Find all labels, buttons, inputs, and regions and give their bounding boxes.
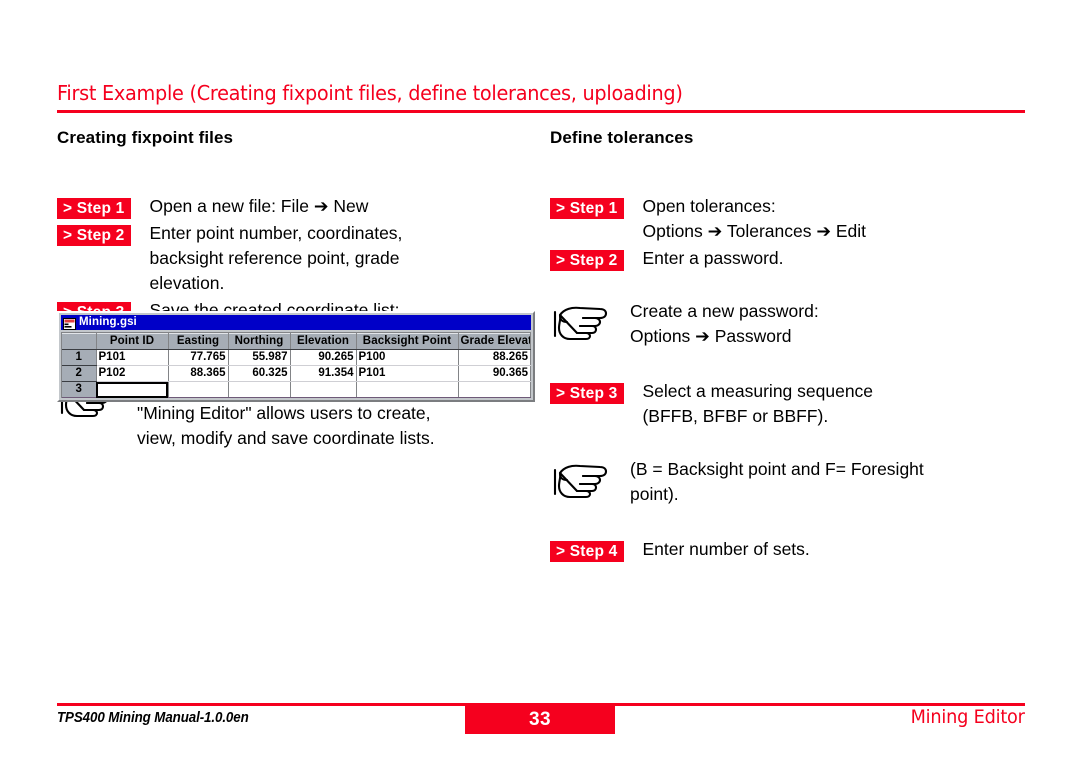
table-cell[interactable]: 88.365 (168, 365, 229, 382)
table-header-row: Point ID Easting Northing Elevation Backsigh… (62, 333, 531, 350)
footer-manual-name: TPS400 Mining Manual-1.0.0en (57, 710, 249, 726)
step-text: Open tolerances: Options ➔ Tolerances ➔ … (642, 196, 867, 242)
table-cell[interactable]: P102 (96, 365, 169, 382)
note-row: (B = Backsight point and F= Foresight po… (550, 459, 1030, 507)
step-text: Select a measuring sequence (BFFB, BFBF … (642, 381, 874, 427)
window-title-text: Mining.gsi (79, 316, 137, 328)
left-column-heading: Creating fixpoint files (57, 128, 234, 147)
table-row-header[interactable]: 2 (62, 365, 97, 382)
step-text: Enter point number, coordinates, backsig… (149, 223, 403, 294)
table-cell[interactable] (290, 381, 357, 398)
coordinate-table[interactable]: Point ID Easting Northing Elevation Backsigh… (62, 333, 531, 398)
page-title: First Example (Creating fixpoint files, … (57, 81, 683, 105)
step-badge: > Step 1 (57, 198, 132, 220)
table-column-header[interactable]: Northing (228, 333, 291, 350)
table-row[interactable]: 3 (62, 381, 531, 398)
note-row: Create a new password: Options ➔ Passwor… (550, 301, 1030, 349)
header-divider (57, 109, 1025, 113)
step-text: Open a new file: File ➔ New (149, 196, 369, 217)
table-row-header[interactable]: 1 (62, 349, 97, 366)
table-cell[interactable] (458, 381, 531, 398)
step-row: > Step 2 Enter a password. (550, 248, 1030, 272)
table-row[interactable]: 2 P102 88.365 60.325 91.354 P101 90.365 (62, 365, 531, 382)
table-cell[interactable]: 77.765 (168, 349, 229, 366)
table-column-header[interactable]: Backsight Point (356, 333, 459, 350)
table-cell[interactable]: P100 (356, 349, 459, 366)
step-row: > Step 4 Enter number of sets. (550, 539, 1030, 563)
step-text: Enter a password. (642, 248, 784, 269)
spreadsheet-document-icon (63, 317, 76, 330)
window-title-bar: Mining.gsi (61, 315, 531, 330)
table-cell[interactable]: 90.265 (290, 349, 357, 366)
table-cell[interactable]: 90.365 (458, 365, 531, 382)
table-corner-header[interactable] (62, 333, 97, 350)
pointing-hand-icon (553, 307, 608, 341)
right-column: Define tolerances > Step 1 Open tolerance… (550, 128, 1030, 563)
mining-editor-window: Mining.gsi Point ID Easting Northing Elevat… (57, 311, 535, 402)
table-cell[interactable] (168, 381, 229, 398)
step-badge: > Step 4 (550, 541, 625, 563)
table-cell[interactable]: 55.987 (228, 349, 291, 366)
right-column-blocks: > Step 1 Open tolerances: Options ➔ Toler… (550, 196, 1030, 563)
table-row[interactable]: 1 P101 77.765 55.987 90.265 P100 88.265 (62, 349, 531, 366)
table-body[interactable]: 1 P101 77.765 55.987 90.265 P100 88.265 2 P102 88… (62, 349, 531, 398)
step-text: Enter number of sets. (642, 539, 810, 560)
step-row: > Step 1 Open tolerances: Options ➔ Toler… (550, 196, 1030, 244)
table-cell[interactable]: 91.354 (290, 365, 357, 382)
document-page: First Example (Creating fixpoint files, … (0, 0, 1080, 768)
note-text: (B = Backsight point and F= Foresight po… (630, 459, 924, 505)
table-cell[interactable] (356, 381, 459, 398)
step-badge: > Step 1 (550, 198, 625, 220)
table-cell[interactable]: P101 (96, 349, 169, 366)
table-column-header[interactable]: Elevation (290, 333, 357, 350)
step-badge: > Step 2 (57, 225, 132, 247)
table-cell[interactable]: 60.325 (228, 365, 291, 382)
table-cell[interactable]: 88.265 (458, 349, 531, 366)
table-cell[interactable]: P101 (356, 365, 459, 382)
step-badge: > Step 3 (550, 383, 625, 405)
right-column-heading: Define tolerances (550, 128, 694, 147)
step-row: > Step 3 Select a measuring sequence (BFF… (550, 381, 1030, 429)
table-column-header[interactable]: Point ID (96, 333, 169, 350)
left-column: Creating fixpoint files > Step 1 Open a n… (57, 128, 537, 451)
table-row-header[interactable]: 3 (62, 381, 97, 398)
page-number-badge: 33 (465, 706, 615, 734)
footer-section-name: Mining Editor (910, 706, 1025, 728)
step-row: > Step 1 Open a new file: File ➔ New (57, 196, 537, 220)
step-badge: > Step 2 (550, 250, 625, 272)
step-row: > Step 2 Enter point number, coordinates,… (57, 223, 537, 296)
table-cell[interactable] (228, 381, 291, 398)
spreadsheet-grid[interactable]: Point ID Easting Northing Elevation Backsigh… (61, 332, 531, 398)
table-column-header[interactable]: Grade Elevation (458, 333, 531, 350)
page-header: First Example (Creating fixpoint files, … (57, 82, 1025, 113)
pointing-hand-icon (553, 465, 608, 499)
note-text: Create a new password: Options ➔ Passwor… (630, 301, 819, 347)
table-cell-selected[interactable] (96, 381, 169, 398)
table-column-header[interactable]: Easting (168, 333, 229, 350)
